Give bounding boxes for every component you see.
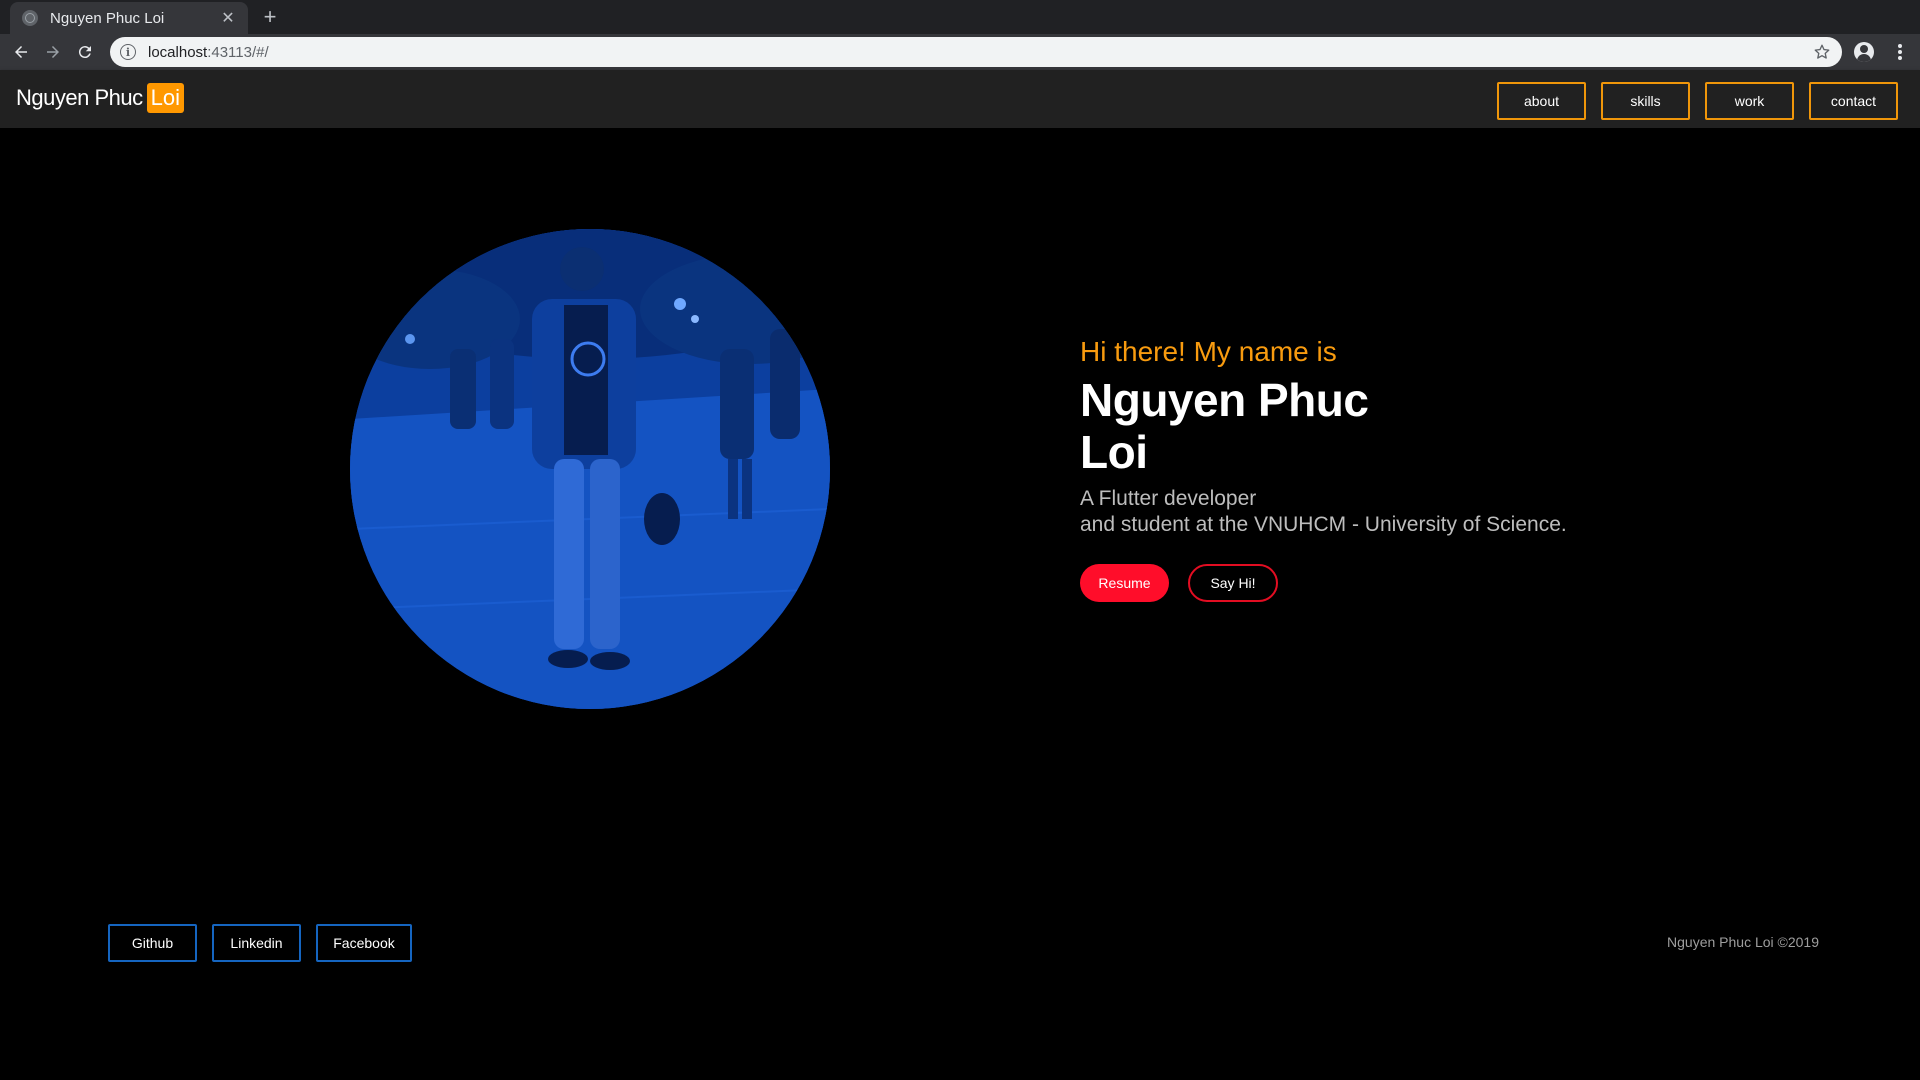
copyright-text: Nguyen Phuc Loi ©2019 (1667, 934, 1819, 950)
social-links: Github Linkedin Facebook (108, 924, 412, 962)
hero-actions: Resume Say Hi! (1080, 564, 1567, 602)
nav-contact[interactable]: contact (1809, 82, 1898, 120)
close-tab-icon[interactable]: ✕ (220, 8, 236, 28)
info-icon[interactable]: i (120, 44, 136, 60)
resume-button[interactable]: Resume (1080, 564, 1169, 602)
github-link[interactable]: Github (108, 924, 197, 962)
back-icon[interactable] (8, 39, 34, 65)
tagline-line1: A Flutter developer (1080, 487, 1257, 510)
profile-photo (350, 229, 830, 709)
nav-about[interactable]: about (1497, 82, 1586, 120)
hero-name-line1: Nguyen Phuc (1080, 374, 1369, 426)
greeting-text: Hi there! My name is (1080, 336, 1337, 367)
bookmark-star-icon[interactable] (1812, 42, 1832, 62)
hero-name: Nguyen Phuc Loi (1080, 374, 1567, 478)
tagline-line2: and student at the VNUHCM - University o… (1080, 513, 1567, 536)
nav-skills[interactable]: skills (1601, 82, 1690, 120)
say-hi-button[interactable]: Say Hi! (1188, 564, 1278, 602)
hero-intro: Hi there! My name is Nguyen Phuc Loi A F… (1080, 334, 1567, 602)
facebook-link[interactable]: Facebook (316, 924, 412, 962)
browser-toolbar: i localhost:43113/#/ (0, 34, 1920, 70)
forward-icon[interactable] (40, 39, 66, 65)
url-text: localhost:43113/#/ (148, 43, 269, 61)
site-header: Nguyen Phuc Loi about skills work contac… (0, 70, 1920, 128)
new-tab-button[interactable]: + (258, 4, 282, 30)
reload-icon[interactable] (72, 39, 98, 65)
brand-last-name: Loi (146, 83, 184, 113)
hero-name-line2: Loi (1080, 426, 1148, 478)
globe-icon (22, 10, 38, 26)
hero-tagline: A Flutter developer and student at the V… (1080, 486, 1567, 538)
main-nav: about skills work contact (1497, 82, 1898, 120)
nav-work[interactable]: work (1705, 82, 1794, 120)
brand-logo[interactable]: Nguyen Phuc Loi (16, 83, 184, 113)
browser-tab[interactable]: Nguyen Phuc Loi ✕ (10, 2, 248, 34)
account-icon[interactable] (1854, 42, 1874, 62)
tab-title: Nguyen Phuc Loi (50, 9, 165, 27)
menu-icon[interactable] (1890, 42, 1910, 62)
address-bar[interactable]: i localhost:43113/#/ (110, 37, 1842, 67)
browser-tab-bar: Nguyen Phuc Loi ✕ + (0, 0, 1920, 34)
linkedin-link[interactable]: Linkedin (212, 924, 301, 962)
brand-first-name: Nguyen Phuc (16, 85, 143, 110)
